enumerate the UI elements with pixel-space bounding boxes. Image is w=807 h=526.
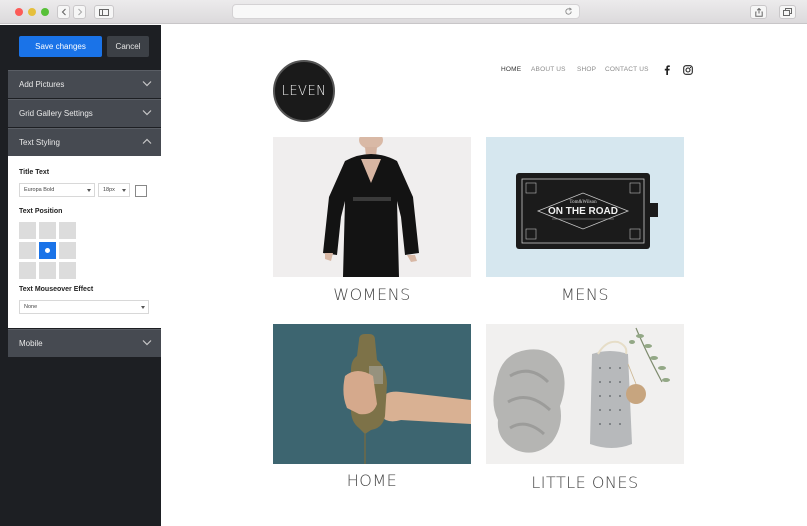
mouseover-effect-label: Text Mouseover Effect — [19, 286, 94, 293]
text-position-grid — [19, 222, 76, 279]
chevron-up-icon — [142, 138, 152, 144]
gallery-caption-mens[interactable]: MENS — [486, 285, 684, 304]
title-text-label: Title Text — [19, 169, 50, 176]
caret-down-icon — [87, 189, 91, 192]
website-preview: LEVEN HOME ABOUT US SHOP CONTACT US WOME… — [161, 25, 807, 526]
section-label: Mobile — [19, 339, 43, 348]
position-top-right[interactable] — [59, 222, 76, 239]
nav-home[interactable]: HOME — [501, 66, 521, 73]
browser-titlebar — [0, 0, 807, 24]
section-add-pictures[interactable]: Add Pictures — [8, 70, 161, 98]
nav-contact-us[interactable]: CONTACT US — [605, 66, 649, 73]
share-button[interactable] — [750, 5, 767, 19]
font-size-select[interactable]: 18px — [98, 183, 130, 197]
text-color-swatch[interactable] — [135, 185, 147, 197]
text-position-label: Text Position — [19, 208, 63, 215]
gallery-image-little-ones[interactable] — [486, 324, 684, 464]
nav-about-us[interactable]: ABOUT US — [531, 66, 566, 73]
facebook-icon[interactable] — [664, 65, 670, 75]
little-ones-photo — [486, 324, 684, 464]
close-window-button[interactable] — [15, 8, 23, 16]
gallery-image-home[interactable] — [273, 324, 471, 464]
mens-photo: Tom&Wilson ON THE ROAD — [486, 137, 684, 277]
chevron-down-icon — [142, 110, 152, 116]
cancel-button[interactable]: Cancel — [107, 36, 149, 57]
font-size-value: 18px — [103, 187, 115, 193]
caret-down-icon — [141, 306, 145, 309]
tabs-button[interactable] — [779, 5, 796, 19]
section-text-styling[interactable]: Text Styling — [8, 128, 161, 156]
font-select[interactable]: Europa Bold — [19, 183, 95, 197]
tabs-icon — [783, 8, 792, 16]
sidebar-icon — [99, 8, 109, 16]
position-middle-right[interactable] — [59, 242, 76, 259]
gallery-caption-womens[interactable]: WOMENS — [273, 285, 471, 304]
nav-shop[interactable]: SHOP — [577, 66, 596, 73]
section-mobile[interactable]: Mobile — [8, 329, 161, 357]
address-bar[interactable] — [232, 4, 580, 19]
caret-down-icon — [122, 189, 126, 192]
instagram-icon[interactable] — [683, 65, 693, 75]
product-title: ON THE ROAD — [548, 206, 618, 217]
sidebar-toggle-button[interactable] — [94, 5, 114, 19]
section-label: Add Pictures — [19, 80, 65, 89]
gallery-caption-little-ones[interactable]: LITTLE ONES — [486, 473, 684, 492]
section-label: Grid Gallery Settings — [19, 109, 93, 118]
womens-photo — [273, 137, 471, 277]
site-logo[interactable]: LEVEN — [273, 60, 335, 122]
product-brand: Tom&Wilson — [569, 200, 597, 205]
gallery-caption-home[interactable]: HOME — [273, 471, 471, 490]
position-top-center[interactable] — [39, 222, 56, 239]
position-bottom-center[interactable] — [39, 262, 56, 279]
save-changes-button[interactable]: Save changes — [19, 36, 102, 57]
home-photo — [273, 324, 471, 464]
zoom-window-button[interactable] — [41, 8, 49, 16]
text-styling-panel: Title Text Europa Bold 18px Text Positio… — [8, 156, 161, 328]
reload-icon[interactable] — [564, 7, 573, 16]
font-select-value: Europa Bold — [24, 187, 55, 193]
chevron-down-icon — [142, 340, 152, 346]
position-bottom-left[interactable] — [19, 262, 36, 279]
position-middle-left[interactable] — [19, 242, 36, 259]
minimize-window-button[interactable] — [28, 8, 36, 16]
chevron-right-icon — [77, 8, 82, 16]
editor-actions: Save changes Cancel — [0, 25, 161, 69]
mouseover-effect-select[interactable]: None — [19, 300, 149, 314]
section-grid-gallery-settings[interactable]: Grid Gallery Settings — [8, 99, 161, 127]
position-top-left[interactable] — [19, 222, 36, 239]
gallery-image-mens[interactable]: Tom&Wilson ON THE ROAD — [486, 137, 684, 277]
back-button[interactable] — [57, 5, 70, 19]
chevron-down-icon — [142, 81, 152, 87]
section-label: Text Styling — [19, 138, 60, 147]
mouseover-effect-value: None — [24, 304, 38, 310]
share-icon — [754, 7, 763, 17]
editor-sidebar: Save changes Cancel Add Pictures Grid Ga… — [0, 25, 161, 526]
forward-button[interactable] — [73, 5, 86, 19]
gallery-image-womens[interactable] — [273, 137, 471, 277]
chevron-left-icon — [61, 8, 66, 16]
position-bottom-right[interactable] — [59, 262, 76, 279]
position-middle-center[interactable] — [39, 242, 56, 259]
logo-text: LEVEN — [281, 83, 327, 99]
